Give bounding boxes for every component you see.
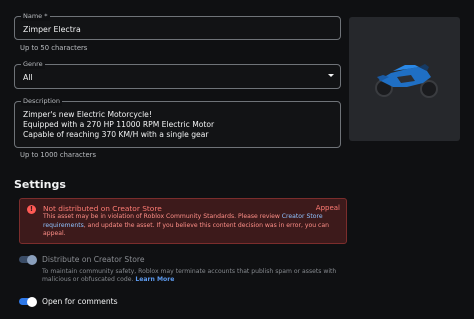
- appeal-link[interactable]: Appeal: [316, 204, 340, 212]
- alert-body: This asset may be in violation of Roblox…: [43, 213, 333, 239]
- moderation-alert: ! Not distributed on Creator Store Appea…: [19, 198, 347, 244]
- description-field[interactable]: Description Zimper's new Electric Motorc…: [14, 96, 341, 148]
- description-line: Equipped with a 270 HP 11000 RPM Electri…: [23, 120, 215, 129]
- alert-body-suffix: , and update the asset. If you believe t…: [43, 221, 329, 238]
- description-helper-text: Up to 1000 characters: [20, 151, 96, 159]
- learn-more-link[interactable]: Learn More: [135, 276, 174, 283]
- name-field-label: Name *: [21, 11, 50, 21]
- asset-thumbnail: [349, 17, 460, 141]
- genre-select[interactable]: Genre All: [14, 59, 341, 89]
- distribute-info-text: To maintain community safety, Roblox may…: [42, 268, 342, 284]
- name-field[interactable]: Name * Zimper Electra: [14, 11, 341, 40]
- distribute-label: Distribute on Creator Store: [42, 255, 145, 264]
- motorcycle-image: [375, 64, 438, 98]
- distribute-info-body: To maintain community safety, Roblox may…: [42, 268, 337, 283]
- genre-field-label: Genre: [21, 59, 45, 69]
- comments-toggle[interactable]: [19, 296, 37, 307]
- description-line: Zimper's new Electric Motorcycle!: [23, 110, 152, 119]
- settings-heading: Settings: [14, 178, 66, 191]
- alert-title: Not distributed on Creator Store: [43, 204, 162, 213]
- comments-label: Open for comments: [42, 297, 118, 306]
- description-line: Capable of reaching 370 KM/H with a sing…: [23, 130, 209, 139]
- name-input-value[interactable]: Zimper Electra: [23, 25, 81, 34]
- distribute-toggle[interactable]: [19, 254, 37, 265]
- toggle-thumb: [27, 296, 37, 307]
- toggle-thumb: [27, 254, 37, 265]
- description-text[interactable]: Zimper's new Electric Motorcycle! Equipp…: [23, 110, 214, 140]
- description-field-label: Description: [21, 96, 63, 106]
- name-helper-text: Up to 50 characters: [20, 44, 88, 52]
- caret-down-icon: [328, 74, 334, 77]
- alert-body-prefix: This asset may be in violation of Roblox…: [43, 213, 282, 220]
- genre-selected-value: All: [23, 73, 33, 82]
- error-icon: !: [27, 205, 36, 214]
